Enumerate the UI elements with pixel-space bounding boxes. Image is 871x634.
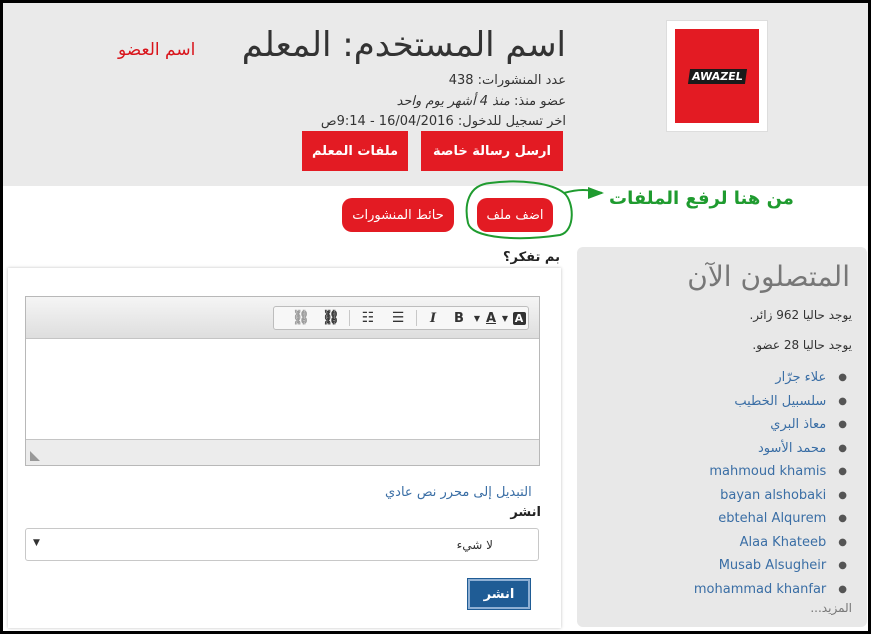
- editor-text-area[interactable]: [26, 339, 539, 439]
- bullet-icon: ●: [838, 536, 847, 548]
- bullet-icon: ●: [838, 513, 847, 525]
- toolbar-divider: [416, 310, 417, 326]
- logo-wordmark: AWAZEL: [687, 68, 747, 84]
- online-user-name[interactable]: سلسبيل الخطيب: [734, 394, 826, 409]
- online-user-link[interactable]: ● Musab Alsugheir: [694, 554, 847, 578]
- online-user-name[interactable]: Musab Alsugheir: [719, 558, 827, 573]
- online-user-link[interactable]: ● bayan alshobaki: [694, 484, 847, 508]
- link-icon[interactable]: ⛓: [316, 307, 346, 329]
- online-user-name[interactable]: ebtehal Alqurem: [718, 511, 826, 526]
- online-user-name[interactable]: Alaa Khateeb: [740, 535, 827, 550]
- publish-label: انشر: [510, 505, 541, 520]
- bold-button[interactable]: B: [446, 307, 472, 329]
- member-since-label: عضو منذ:: [514, 94, 566, 109]
- online-user-link[interactable]: ● mohammad khanfar: [694, 578, 847, 602]
- online-user-name[interactable]: mohammad khanfar: [694, 582, 826, 597]
- bg-color-icon: A: [512, 311, 526, 325]
- online-user-link[interactable]: ● سلسبيل الخطيب: [694, 390, 847, 414]
- online-user-name[interactable]: محمد الأسود: [758, 441, 826, 456]
- visitors-count: يوجد حاليا 962 زائر.: [749, 308, 852, 322]
- rich-text-editor: A ▼ A ▼ B I ☰ ☷ ⛓ ⛓: [25, 296, 540, 466]
- more-users-link[interactable]: المزيد...: [810, 601, 852, 615]
- bulleted-list-icon[interactable]: ☷: [353, 307, 383, 329]
- bullet-icon: ●: [838, 560, 847, 572]
- editor-toolbar-group: A ▼ A ▼ B I ☰ ☷ ⛓ ⛓: [273, 306, 529, 330]
- member-since-value: منذ 4 أشهر يوم واحد: [396, 94, 510, 109]
- online-panel-title: المتصلون الآن: [687, 260, 850, 293]
- chevron-down-icon: ▼: [33, 538, 40, 548]
- select-value: لا شيء: [456, 538, 493, 552]
- bullet-icon: ●: [838, 466, 847, 478]
- editor-status-bar: [26, 439, 539, 465]
- bullet-icon: ●: [838, 372, 847, 384]
- member-name-annotation: اسم العضو: [118, 40, 196, 60]
- bullet-icon: ●: [838, 395, 847, 407]
- online-user-link[interactable]: ● mahmoud khamis: [694, 460, 847, 484]
- online-user-name[interactable]: علاء جرّار: [775, 370, 826, 385]
- bullet-icon: ●: [838, 489, 847, 501]
- chevron-down-icon[interactable]: ▼: [472, 307, 482, 329]
- background-color-button[interactable]: A: [510, 307, 528, 329]
- avatar-logo: AWAZEL: [675, 29, 759, 123]
- online-user-link[interactable]: ● Alaa Khateeb: [694, 531, 847, 555]
- upload-annotation-text: من هنا لرفع الملفات: [609, 188, 794, 209]
- online-user-name[interactable]: معاذ البري: [770, 417, 826, 432]
- posts-wall-button[interactable]: حائط المنشورات: [342, 198, 454, 232]
- resize-handle-icon[interactable]: [30, 451, 40, 461]
- online-user-link[interactable]: ● ebtehal Alqurem: [694, 507, 847, 531]
- posts-count: عدد المنشورات: 438: [448, 73, 566, 88]
- post-prompt-label: بم تفكر؟: [502, 250, 560, 265]
- editor-toolbar: A ▼ A ▼ B I ☰ ☷ ⛓ ⛓: [26, 297, 539, 339]
- submit-post-button[interactable]: انشر: [468, 579, 530, 609]
- user-avatar[interactable]: AWAZEL: [666, 20, 768, 132]
- bullet-icon: ●: [838, 419, 847, 431]
- last-login: اخر تسجيل للدخول: 16/04/2016 - 9:14ص: [320, 114, 566, 129]
- online-user-link[interactable]: ● محمد الأسود: [694, 437, 847, 461]
- page-title: اسم المستخدم: المعلم: [241, 25, 566, 65]
- switch-to-plain-editor-link[interactable]: التبديل إلى محرر نص عادي: [385, 485, 532, 500]
- unlink-icon[interactable]: ⛓: [286, 307, 316, 329]
- annotation-circle-arrow: [465, 180, 604, 240]
- members-count: يوجد حاليا 28 عضو.: [752, 338, 852, 352]
- member-since: عضو منذ: منذ 4 أشهر يوم واحد: [397, 94, 566, 109]
- online-user-link[interactable]: ● علاء جرّار: [694, 366, 847, 390]
- chevron-down-icon[interactable]: ▼: [500, 307, 510, 329]
- font-color-button[interactable]: A: [482, 307, 500, 329]
- numbered-list-icon[interactable]: ☰: [383, 307, 413, 329]
- send-message-button[interactable]: ارسل رسالة خاصة: [421, 131, 563, 171]
- publish-target-select[interactable]: لا شيء ▼: [25, 528, 539, 561]
- online-user-link[interactable]: ● معاذ البري: [694, 413, 847, 437]
- teacher-files-button[interactable]: ملفات المعلم: [302, 131, 408, 171]
- online-users-panel: المتصلون الآن يوجد حاليا 962 زائر. يوجد …: [577, 247, 867, 627]
- online-user-list: ● علاء جرّار ● سلسبيل الخطيب ● معاذ البري ●…: [694, 366, 847, 601]
- online-user-name[interactable]: mahmoud khamis: [709, 464, 826, 479]
- toolbar-divider: [349, 310, 350, 326]
- italic-button[interactable]: I: [420, 307, 446, 329]
- bullet-icon: ●: [838, 442, 847, 454]
- bullet-icon: ●: [838, 583, 847, 595]
- online-user-name[interactable]: bayan alshobaki: [720, 488, 826, 503]
